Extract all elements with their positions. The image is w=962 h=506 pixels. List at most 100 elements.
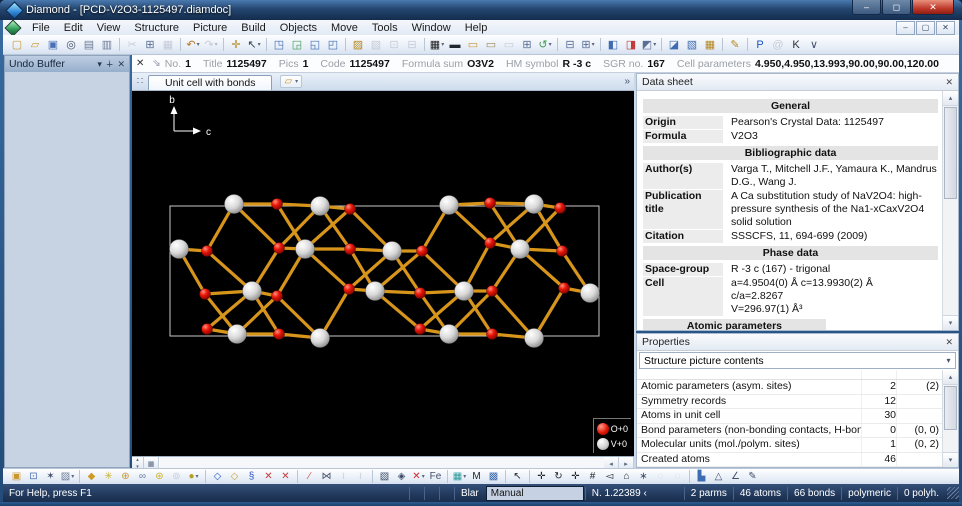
data-sheet-pane-icon[interactable]: ◨ [622, 37, 640, 53]
close-icon[interactable]: ✕ [117, 59, 125, 70]
menu-objects[interactable]: Objects [273, 21, 324, 35]
delete-atoms-icon[interactable]: ✕ [260, 470, 277, 484]
new-structure-picture-icon[interactable]: ▣ [8, 470, 25, 484]
scrollbar-thumb[interactable] [944, 386, 957, 430]
assistant-wizard-icon[interactable]: ✎ [726, 37, 744, 53]
scroll-up-icon[interactable]: ▴ [943, 91, 958, 106]
scrollbar-thumb[interactable] [944, 107, 957, 199]
histogram-icon[interactable]: ▙ [693, 470, 710, 484]
menu-structure[interactable]: Structure [127, 21, 186, 35]
pin-icon[interactable]: ∔ [106, 59, 114, 70]
powder-pattern-icon[interactable]: ▧ [683, 37, 701, 53]
create-packing-icon[interactable]: ⊛ [151, 470, 168, 484]
data-sheet-header[interactable]: Data sheet ✕ [637, 74, 958, 91]
menu-help[interactable]: Help [458, 21, 495, 35]
undo-icon[interactable]: ↶ [184, 37, 202, 53]
distance-chart-icon[interactable]: ◪ [665, 37, 683, 53]
color-scheme-icon[interactable]: ▦ [451, 470, 468, 484]
menu-file[interactable]: File [25, 21, 57, 35]
scroll-up-icon[interactable]: ▴ [943, 370, 958, 385]
tab-unit-cell-with-bonds[interactable]: Unit cell with bonds [148, 75, 272, 90]
close-icon[interactable]: ✕ [945, 77, 953, 88]
menu-tools[interactable]: Tools [365, 21, 405, 35]
picture-new-window-icon[interactable]: ◲ [288, 37, 306, 53]
new-picture-icon[interactable]: ▭ [464, 37, 482, 53]
connectivity-key-icon[interactable]: K [787, 37, 805, 53]
copy-icon[interactable]: ⊞ [141, 37, 159, 53]
menu-window[interactable]: Window [405, 21, 458, 35]
coordination-polyhedron-icon[interactable]: ◇ [226, 470, 243, 484]
fill-unit-cell-icon[interactable]: ● [185, 470, 202, 484]
properties-letter-icon[interactable]: P [751, 37, 769, 53]
connect-atoms-icon[interactable]: ∞ [134, 470, 151, 484]
tab-overflow-icon[interactable]: » [624, 76, 630, 87]
minimize-button[interactable]: – [852, 0, 881, 15]
rotate-mode-icon[interactable]: ↻ [550, 470, 567, 484]
properties-selector[interactable]: Structure picture contents ▾ [639, 352, 956, 369]
menu-view[interactable]: View [90, 21, 128, 35]
zoom-mode-icon[interactable]: # [584, 470, 601, 484]
new-document-icon[interactable]: ▢ [8, 37, 26, 53]
picture-setup-icon[interactable]: ⊡ [25, 470, 42, 484]
data-sheet-scrollbar[interactable]: ▴ ▾ [942, 91, 958, 330]
print-icon[interactable]: ▥ [98, 37, 116, 53]
close-icon[interactable]: ✕ [945, 337, 953, 348]
navigation-pane-icon[interactable]: ◧ [604, 37, 622, 53]
cell-origin-icon[interactable]: ◈ [393, 470, 410, 484]
layout-pane-icon[interactable]: ◩ [640, 37, 658, 53]
create-bonds-icon[interactable]: ∕ [301, 470, 318, 484]
scroll-down-icon[interactable]: ▾ [943, 452, 958, 467]
picture-window-icon[interactable]: ◳ [270, 37, 288, 53]
new-picture-tab-button[interactable]: ▱ ▾ [280, 75, 302, 88]
record-close-icon[interactable]: ✕ [136, 58, 144, 69]
open-icon[interactable]: ▱ [26, 37, 44, 53]
find-icon[interactable]: ◎ [62, 37, 80, 53]
add-atom-group-icon[interactable]: ✳ [100, 470, 117, 484]
duplicate-picture-icon[interactable]: ▭ [482, 37, 500, 53]
view-along-icon[interactable]: ◅ [601, 470, 618, 484]
maximize-button[interactable]: ◻ [882, 0, 911, 15]
pan-icon[interactable]: ✛ [227, 37, 245, 53]
default-view-icon[interactable]: ⌂ [618, 470, 635, 484]
menu-picture[interactable]: Picture [186, 21, 234, 35]
add-ion-icon[interactable]: ⊕ [117, 470, 134, 484]
slab-icon[interactable]: § [243, 470, 260, 484]
menu-move[interactable]: Move [324, 21, 365, 35]
picture-gallery-icon[interactable]: ⊞ [518, 37, 536, 53]
panel-menu-icon[interactable]: ▾ [97, 59, 102, 70]
presentation-icon[interactable]: ▬ [446, 37, 464, 53]
menu-edit[interactable]: Edit [57, 21, 90, 35]
mdi-close-button[interactable]: ✕ [936, 21, 955, 35]
undo-buffer-header[interactable]: Undo Buffer ▾ ∔ ✕ [5, 56, 129, 72]
properties-scrollbar[interactable]: ▴ ▾ [942, 370, 958, 467]
coordination-sphere-icon[interactable]: ◇ [209, 470, 226, 484]
scroll-down-icon[interactable]: ▾ [943, 315, 958, 330]
shift-mode-icon[interactable]: ✛ [567, 470, 584, 484]
print-preview-icon[interactable]: ▤ [80, 37, 98, 53]
picture-maximize-icon[interactable]: ◰ [324, 37, 342, 53]
add-atom-icon[interactable]: ◆ [83, 470, 100, 484]
menu-build[interactable]: Build [234, 21, 272, 35]
close-button[interactable]: ✕ [912, 0, 954, 15]
mdi-minimize-button[interactable]: – [896, 21, 915, 35]
table-view-icon[interactable]: ▦ [701, 37, 719, 53]
destroy-objects-icon[interactable]: ✕ [410, 470, 427, 484]
structure-canvas[interactable]: b c O+0V+0 [132, 91, 634, 456]
render-quality-icon[interactable]: ▩ [485, 470, 502, 484]
pane-grid-icon[interactable]: ∷ [132, 76, 148, 87]
angle-measure-icon[interactable]: ∠ [727, 470, 744, 484]
material-m-icon[interactable]: M [468, 470, 485, 484]
fe-label-icon[interactable]: Fe [427, 470, 444, 484]
unit-cell-edges-icon[interactable]: ▧ [376, 470, 393, 484]
pointer-mode-icon[interactable]: ↖ [509, 470, 526, 484]
window-split-icon[interactable]: ⊞ [579, 37, 597, 53]
bond-groups-icon[interactable]: ⋈ [318, 470, 335, 484]
mdi-restore-button[interactable]: ▢ [916, 21, 935, 35]
resize-grip-icon[interactable] [947, 487, 959, 499]
distance-measure-icon[interactable]: △ [710, 470, 727, 484]
save-picture-icon[interactable]: ▨ [349, 37, 367, 53]
data-table-icon[interactable]: ▦ [428, 37, 446, 53]
toolbar-options-icon[interactable]: ∨ [805, 37, 823, 53]
delete-all-atoms-icon[interactable]: ✕ [277, 470, 294, 484]
picture-history-icon[interactable]: ↺ [536, 37, 554, 53]
